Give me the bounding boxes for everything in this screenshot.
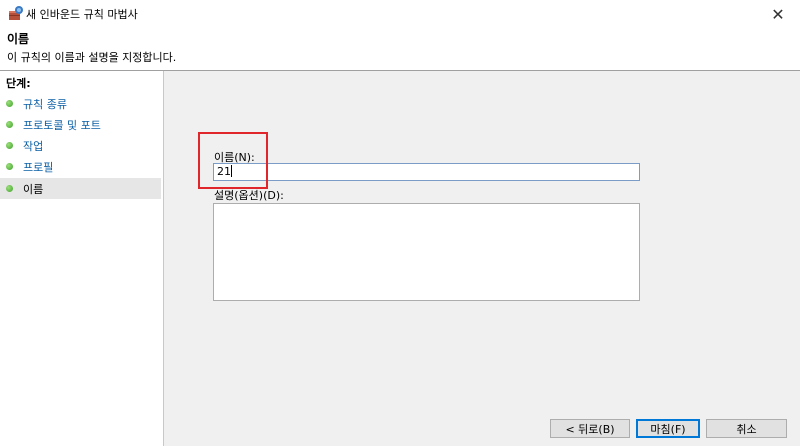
step-profile[interactable]: 프로필 xyxy=(0,156,161,177)
title-bar: 새 인바운드 규칙 마법사 ✕ xyxy=(0,0,800,28)
step-status-icon xyxy=(6,185,13,192)
description-textarea[interactable] xyxy=(213,203,640,301)
step-name[interactable]: 이름 xyxy=(0,178,161,199)
description-label: 설명(옵션)(D): xyxy=(214,189,284,202)
wizard-header: 이름 이 규칙의 이름과 설명을 지정합니다. xyxy=(0,28,800,70)
step-rule-type[interactable]: 규칙 종류 xyxy=(0,93,161,114)
steps-heading: 단계: xyxy=(6,77,31,90)
back-button[interactable]: < 뒤로(B) xyxy=(550,419,630,438)
step-label: 이름 xyxy=(23,183,44,196)
highlight-box xyxy=(198,132,268,189)
window-title: 새 인바운드 규칙 마법사 xyxy=(26,8,138,21)
step-protocol-ports[interactable]: 프로토콜 및 포트 xyxy=(0,114,161,135)
finish-button[interactable]: 마침(F) xyxy=(636,419,700,438)
step-label: 프로필 xyxy=(23,161,54,174)
name-input[interactable]: 21 xyxy=(213,163,640,181)
page-title: 이름 xyxy=(7,32,30,46)
step-label: 규칙 종류 xyxy=(23,98,67,111)
steps-sidebar: 단계: 규칙 종류 프로토콜 및 포트 작업 프로필 이름 xyxy=(0,71,164,446)
page-description: 이 규칙의 이름과 설명을 지정합니다. xyxy=(7,51,177,64)
step-status-icon xyxy=(6,121,13,128)
firewall-wizard-icon xyxy=(8,5,24,21)
cancel-button[interactable]: 취소 xyxy=(706,419,787,438)
step-status-icon xyxy=(6,100,13,107)
close-icon[interactable]: ✕ xyxy=(756,0,800,28)
step-action[interactable]: 작업 xyxy=(0,135,161,156)
step-label: 프로토콜 및 포트 xyxy=(23,119,101,132)
step-label: 작업 xyxy=(23,140,44,153)
step-status-icon xyxy=(6,163,13,170)
step-status-icon xyxy=(6,142,13,149)
